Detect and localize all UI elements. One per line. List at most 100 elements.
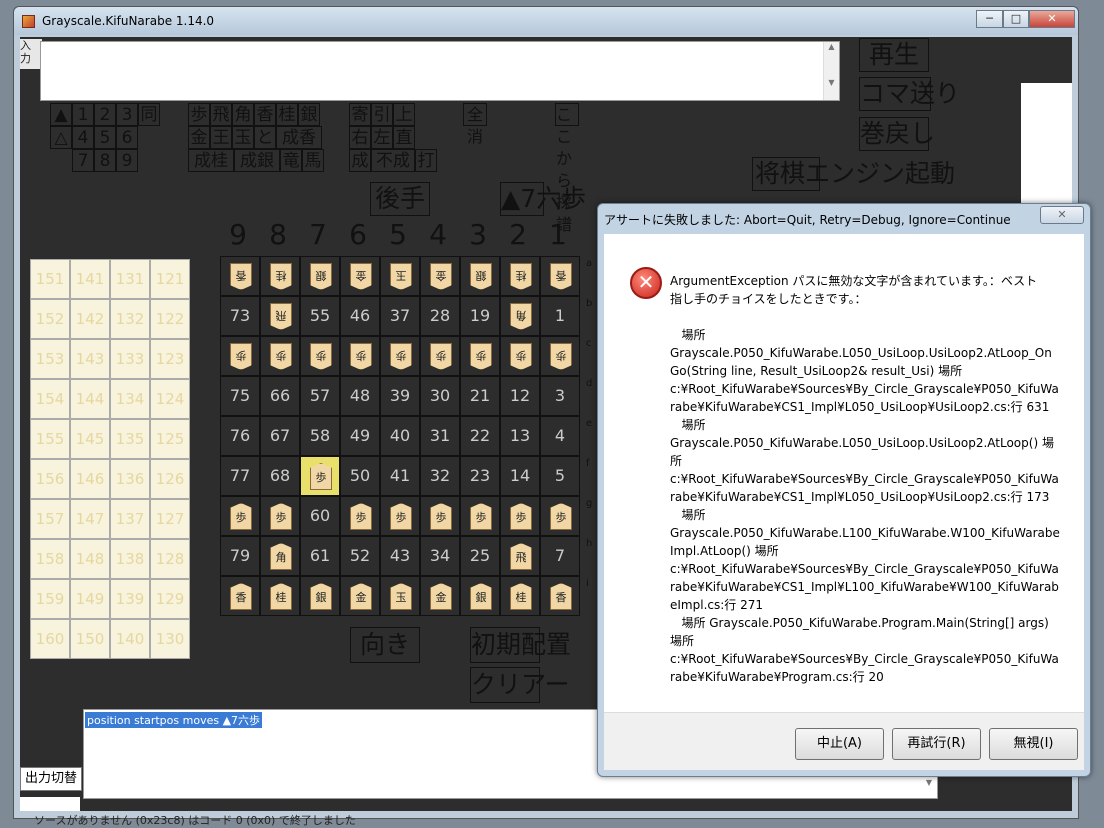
board-square[interactable]: 49 <box>340 416 380 456</box>
board-square[interactable]: 歩 <box>420 496 460 536</box>
hand-square[interactable]: 137 <box>110 499 150 539</box>
hand-square[interactable]: 135 <box>110 419 150 459</box>
board-square[interactable]: 歩 <box>460 336 500 376</box>
board-square[interactable]: 香 <box>220 256 260 296</box>
board-square[interactable]: 28 <box>420 296 460 336</box>
direction-button[interactable]: 向き <box>350 627 420 663</box>
hand-square[interactable]: 136 <box>110 459 150 499</box>
hand-square[interactable]: 126 <box>150 459 190 499</box>
hand-square[interactable]: 140 <box>110 619 150 659</box>
board-square[interactable]: 歩 <box>340 496 380 536</box>
board-square[interactable]: 13 <box>500 416 540 456</box>
hand-square[interactable]: 121 <box>150 259 190 299</box>
hand-square[interactable]: 124 <box>150 379 190 419</box>
board-square[interactable]: 31 <box>420 416 460 456</box>
play-button[interactable]: 再生 <box>859 38 929 72</box>
board-square[interactable]: 37 <box>380 296 420 336</box>
keypad-key[interactable]: 4 <box>72 126 94 149</box>
board-square[interactable]: 飛 <box>260 296 300 336</box>
board-square[interactable]: 43 <box>380 536 420 576</box>
hand-square[interactable]: 129 <box>150 579 190 619</box>
hand-square[interactable]: 139 <box>110 579 150 619</box>
hand-square[interactable]: 144 <box>70 379 110 419</box>
ignore-button[interactable]: 無視(I) <box>989 728 1078 760</box>
hand-square[interactable]: 146 <box>70 459 110 499</box>
piece-select-button[interactable]: 馬 <box>302 149 324 172</box>
from-here-button[interactable]: ここから採譜 <box>555 103 579 234</box>
hand-square[interactable]: 134 <box>110 379 150 419</box>
board-square[interactable]: 歩 <box>500 336 540 376</box>
board-square[interactable]: 58 <box>300 416 340 456</box>
board-square[interactable]: 金 <box>340 256 380 296</box>
board-square[interactable]: 4 <box>540 416 580 456</box>
board-square[interactable]: 21 <box>460 376 500 416</box>
hand-square[interactable]: 159 <box>30 579 70 619</box>
board-square[interactable]: 金 <box>420 256 460 296</box>
board-square[interactable]: 銀 <box>460 576 500 616</box>
all-clear-button[interactable]: 全消 <box>463 103 487 146</box>
board-square[interactable]: 76 <box>220 416 260 456</box>
title-bar[interactable]: Grayscale.KifuNarabe 1.14.0 ─ □ ✕ <box>14 7 1078 35</box>
hand-square[interactable]: 143 <box>70 339 110 379</box>
board-square[interactable]: 歩 <box>260 336 300 376</box>
board-square[interactable]: 香 <box>220 576 260 616</box>
piece-select-button[interactable]: と <box>254 126 276 149</box>
board-square[interactable]: 46 <box>340 296 380 336</box>
board-square[interactable]: 歩 <box>380 336 420 376</box>
hand-square[interactable]: 130 <box>150 619 190 659</box>
board-square[interactable]: 57 <box>300 376 340 416</box>
piece-select-button[interactable]: 歩 <box>188 103 210 126</box>
board-square[interactable]: 歩 <box>500 496 540 536</box>
initial-position-button[interactable]: 初期配置 <box>470 627 571 663</box>
board-square[interactable]: 歩 <box>300 336 340 376</box>
board-square[interactable]: 歩 <box>220 336 260 376</box>
board-square[interactable]: 52 <box>340 536 380 576</box>
board-square[interactable]: 3 <box>540 376 580 416</box>
piece-select-button[interactable]: 成桂 <box>188 149 234 172</box>
board-square[interactable]: 歩 <box>260 496 300 536</box>
board-square[interactable]: 桂 <box>500 576 540 616</box>
board-square[interactable]: 銀 <box>300 576 340 616</box>
board-square[interactable]: 25 <box>460 536 500 576</box>
board-square[interactable]: 60 <box>300 496 340 536</box>
board-square[interactable]: 39 <box>380 376 420 416</box>
hand-square[interactable]: 133 <box>110 339 150 379</box>
hand-square[interactable]: 155 <box>30 419 70 459</box>
board-square[interactable]: 14 <box>500 456 540 496</box>
rewind-button[interactable]: 巻戻し <box>859 117 935 151</box>
board-square[interactable]: 桂 <box>260 256 300 296</box>
move-modifier-button[interactable]: 右 <box>349 126 371 149</box>
input-textbox[interactable]: ▲ ▼ <box>40 41 840 101</box>
board-square[interactable]: 55 <box>300 296 340 336</box>
board-square[interactable]: 歩 <box>540 336 580 376</box>
move-modifier-button[interactable]: 不成 <box>371 149 415 172</box>
board-square[interactable]: 12 <box>500 376 540 416</box>
hand-square[interactable]: 141 <box>70 259 110 299</box>
keypad-key[interactable]: 同 <box>138 103 160 126</box>
board-square[interactable]: 香 <box>540 576 580 616</box>
board-square[interactable]: 歩 <box>380 496 420 536</box>
board-square[interactable]: 角 <box>260 536 300 576</box>
hand-square[interactable]: 131 <box>110 259 150 299</box>
hand-square[interactable]: 154 <box>30 379 70 419</box>
board-square[interactable]: 67 <box>260 416 300 456</box>
board-square[interactable]: 61 <box>300 536 340 576</box>
board-square[interactable]: 40 <box>380 416 420 456</box>
board-square[interactable]: 73 <box>220 296 260 336</box>
piece-select-button[interactable]: 香 <box>254 103 276 126</box>
board-square[interactable]: 34 <box>420 536 460 576</box>
piece-select-button[interactable]: 飛 <box>210 103 232 126</box>
board-square[interactable]: 50 <box>340 456 380 496</box>
keypad-key[interactable]: 7 <box>72 149 94 172</box>
board-square[interactable]: 飛 <box>500 536 540 576</box>
hand-square[interactable]: 127 <box>150 499 190 539</box>
board-square[interactable]: 歩 <box>300 456 340 496</box>
board-square[interactable]: 金 <box>420 576 460 616</box>
maximize-button[interactable]: □ <box>1003 10 1029 28</box>
piece-select-button[interactable]: 王 <box>210 126 232 149</box>
board-square[interactable]: 22 <box>460 416 500 456</box>
output-toggle-button[interactable]: 出力切替 <box>20 767 82 791</box>
piece-select-button[interactable]: 竜 <box>280 149 302 172</box>
keypad-key[interactable]: 3 <box>116 103 138 126</box>
hand-square[interactable]: 150 <box>70 619 110 659</box>
